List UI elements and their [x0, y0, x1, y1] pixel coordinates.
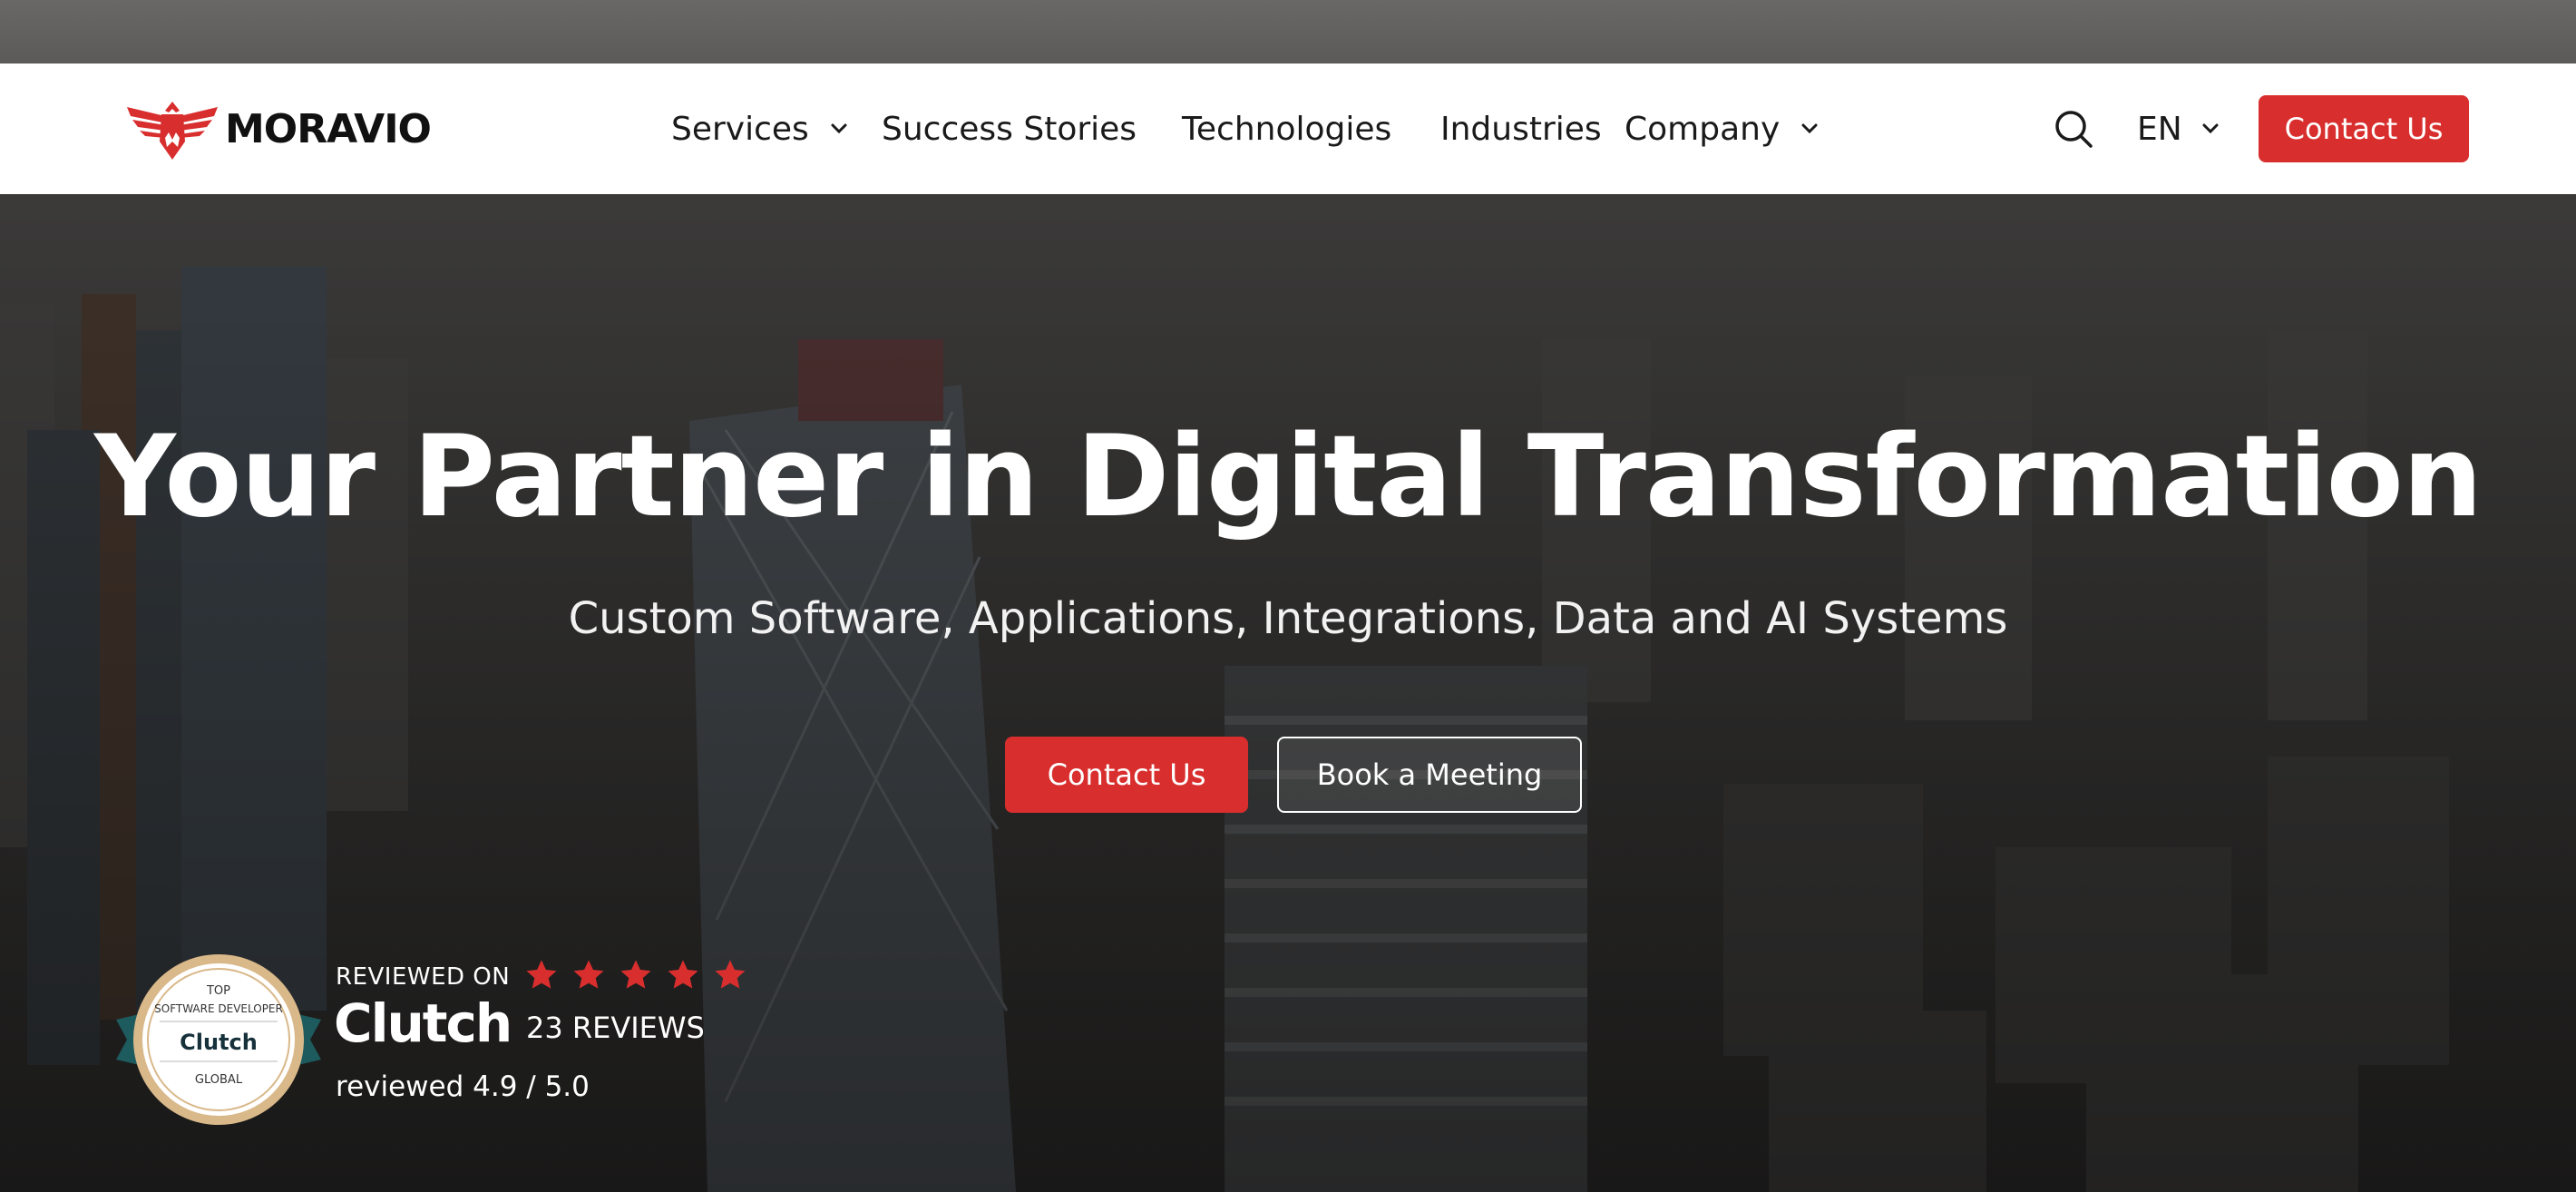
rating-text: reviewed 4.9 / 5.0 — [336, 1070, 590, 1103]
language-selector[interactable]: EN — [2137, 64, 2220, 194]
star-icon — [620, 960, 651, 989]
reviewed-on-label: REVIEWED ON — [336, 963, 511, 991]
rating-stars — [524, 958, 747, 992]
star-icon — [668, 960, 698, 989]
brand-name: MORAVIO — [225, 105, 432, 152]
nav-item-success-stories[interactable]: Success Stories — [882, 64, 1137, 194]
star-icon — [526, 960, 557, 989]
eagle-icon — [127, 102, 218, 160]
nav-item-industries[interactable]: Industries — [1440, 64, 1602, 194]
nav-item-services[interactable]: Services — [671, 64, 849, 194]
hero-subtitle: Custom Software, Applications, Integrati… — [568, 593, 2008, 644]
badge-line-top: TOP — [206, 984, 230, 998]
nav-item-company[interactable]: Company — [1625, 64, 1820, 194]
badge-line-brand: Clutch — [180, 1030, 258, 1055]
language-label: EN — [2137, 110, 2182, 148]
review-count[interactable]: 23 REVIEWS — [526, 1011, 705, 1045]
badge-line-category: SOFTWARE DEVELOPER — [154, 1002, 283, 1015]
top-banner-strip — [0, 0, 2576, 64]
nav-contact-button[interactable]: Contact Us — [2259, 95, 2469, 162]
star-icon — [715, 960, 746, 989]
hero-contact-button[interactable]: Contact Us — [1005, 737, 1248, 813]
nav-item-label: Success Stories — [882, 110, 1137, 148]
star-icon — [573, 960, 604, 989]
navbar: MORAVIO Services Success Stories Technol… — [0, 64, 2576, 194]
book-meeting-button[interactable]: Book a Meeting — [1277, 737, 1582, 813]
hero-section: Your Partner in Digital Transformation C… — [0, 194, 2576, 1192]
nav-item-label: Company — [1625, 110, 1781, 148]
nav-item-technologies[interactable]: Technologies — [1182, 64, 1391, 194]
clutch-wordmark[interactable]: Clutch — [334, 992, 512, 1054]
chevron-down-icon — [831, 123, 847, 134]
nav-item-label: Industries — [1440, 110, 1602, 148]
nav-item-label: Technologies — [1182, 110, 1392, 148]
nav-item-label: Services — [671, 110, 809, 148]
search-icon[interactable] — [2052, 107, 2095, 151]
chevron-down-icon — [2202, 123, 2219, 134]
clutch-badge[interactable]: TOP SOFTWARE DEVELOPER Clutch GLOBAL — [116, 949, 321, 1130]
badge-line-scope: GLOBAL — [195, 1073, 243, 1087]
hero-title: Your Partner in Digital Transformation — [93, 412, 2483, 542]
chevron-down-icon — [1801, 123, 1818, 134]
brand-logo[interactable]: MORAVIO — [125, 96, 432, 161]
